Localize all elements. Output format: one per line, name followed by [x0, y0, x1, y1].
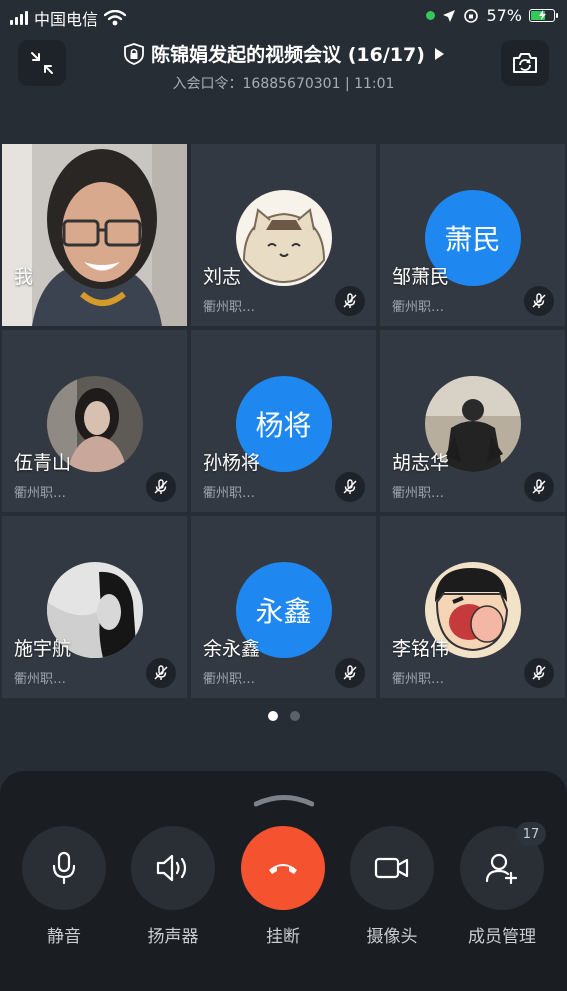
- add-member-icon: [485, 853, 518, 884]
- mic-off-icon: [154, 479, 168, 494]
- speaker-label: 扬声器: [147, 927, 199, 947]
- participant-name: 李铭伟: [392, 638, 450, 660]
- manage-members-button[interactable]: 17 成员管理: [447, 822, 557, 947]
- speaker-icon: [156, 854, 187, 882]
- meeting-title: 陈锦娟发起的视频会议 (16/17): [151, 44, 425, 66]
- mic-muted-indicator: [146, 472, 176, 502]
- signal-icon: [10, 11, 28, 25]
- participant-name: 余永鑫: [203, 638, 261, 660]
- participant-org: 衢州职…: [392, 486, 445, 501]
- page-dot-2[interactable]: [289, 711, 300, 721]
- participant-tile[interactable]: 李铭伟 衢州职…: [380, 516, 565, 698]
- mic-off-icon: [532, 479, 546, 494]
- status-bar: 中国电信 57%: [0, 0, 567, 32]
- participant-name: 施宇航: [14, 638, 72, 660]
- participant-tile[interactable]: 伍青山 衢州职…: [2, 330, 187, 512]
- page-indicator[interactable]: [0, 711, 567, 721]
- location-icon: [443, 9, 456, 22]
- mic-off-icon: [532, 665, 546, 680]
- participant-tile[interactable]: 胡志华 衢州职…: [380, 330, 565, 512]
- mic-muted-indicator: [524, 658, 554, 688]
- participant-avatar: [235, 190, 332, 286]
- member-count-badge: 17: [516, 822, 546, 846]
- switch-camera-icon: [513, 53, 537, 73]
- participant-org: 衢州职…: [14, 486, 67, 501]
- mic-muted-indicator: [524, 472, 554, 502]
- participant-name: 刘志: [203, 266, 242, 288]
- participant-org: 衢州职…: [392, 300, 445, 315]
- participant-name: 孙杨将: [203, 452, 261, 474]
- orientation-lock-icon: [464, 8, 479, 23]
- participant-tile[interactable]: 刘志 衢州职…: [191, 144, 376, 326]
- minimize-button[interactable]: [18, 40, 66, 86]
- wifi-icon: [104, 10, 127, 26]
- participant-name: 胡志华: [392, 452, 450, 474]
- self-video: [2, 144, 187, 326]
- mic-off-icon: [343, 293, 357, 308]
- participant-tile[interactable]: 永鑫 余永鑫 衢州职…: [191, 516, 376, 698]
- expand-handle-icon[interactable]: [254, 793, 314, 807]
- participant-org: 衢州职…: [203, 300, 256, 315]
- mic-off-icon: [154, 665, 168, 680]
- participant-name: 我: [14, 266, 34, 288]
- control-panel: 静音 扬声器 挂断 摄像头 17 成员管理: [0, 771, 567, 991]
- lock-icon: [124, 42, 144, 65]
- participant-tile[interactable]: 施宇航 衢州职…: [2, 516, 187, 698]
- switch-camera-button[interactable]: [501, 40, 549, 86]
- participant-tile[interactable]: 萧民 邹萧民 衢州职…: [380, 144, 565, 326]
- mic-off-icon: [343, 665, 357, 680]
- camera-button[interactable]: 摄像头: [337, 826, 447, 947]
- page-dot-1[interactable]: [267, 711, 278, 721]
- participant-name: 邹萧民: [392, 266, 450, 288]
- mic-off-icon: [532, 293, 546, 308]
- video-camera-icon: [374, 857, 409, 879]
- speaker-button[interactable]: 扬声器: [118, 826, 228, 947]
- hangup-label: 挂断: [266, 927, 300, 947]
- mic-off-icon: [343, 479, 357, 494]
- participant-org: 衢州职…: [203, 672, 256, 687]
- mic-muted-indicator: [146, 658, 176, 688]
- mic-muted-indicator: [335, 286, 365, 316]
- participant-org: 衢州职…: [392, 672, 445, 687]
- camera-label: 摄像头: [366, 927, 418, 947]
- microphone-icon: [52, 851, 76, 885]
- mic-muted-indicator: [524, 286, 554, 316]
- collapse-icon: [31, 52, 53, 74]
- meeting-header[interactable]: 陈锦娟发起的视频会议 (16/17) 入会口令：16885670301 | 11…: [60, 40, 507, 93]
- camera-in-use-indicator: [426, 11, 436, 20]
- mute-label: 静音: [47, 927, 81, 947]
- hangup-phone-icon: [269, 864, 297, 874]
- meeting-password: 入会口令：16885670301 | 11:01: [172, 76, 395, 92]
- participant-tile[interactable]: 杨将 孙杨将 衢州职…: [191, 330, 376, 512]
- mute-button[interactable]: 静音: [9, 826, 119, 947]
- participant-name: 伍青山: [14, 452, 72, 474]
- battery-percent: 57%: [486, 6, 522, 25]
- participant-grid: 我 刘志 衢州职… 萧民 邹萧民 衢州职… 伍青山 衢州职… 杨将 孙杨将 衢州…: [2, 144, 565, 698]
- carrier-label: 中国电信: [34, 10, 99, 29]
- battery-icon: [529, 9, 558, 22]
- mic-muted-indicator: [335, 658, 365, 688]
- participant-org: 衢州职…: [14, 672, 67, 687]
- mic-muted-indicator: [335, 472, 365, 502]
- participant-org: 衢州职…: [203, 486, 256, 501]
- hangup-button[interactable]: 挂断: [228, 826, 338, 947]
- manage-members-label: 成员管理: [468, 927, 536, 947]
- play-icon: [434, 47, 444, 60]
- participant-tile[interactable]: 我: [2, 144, 187, 326]
